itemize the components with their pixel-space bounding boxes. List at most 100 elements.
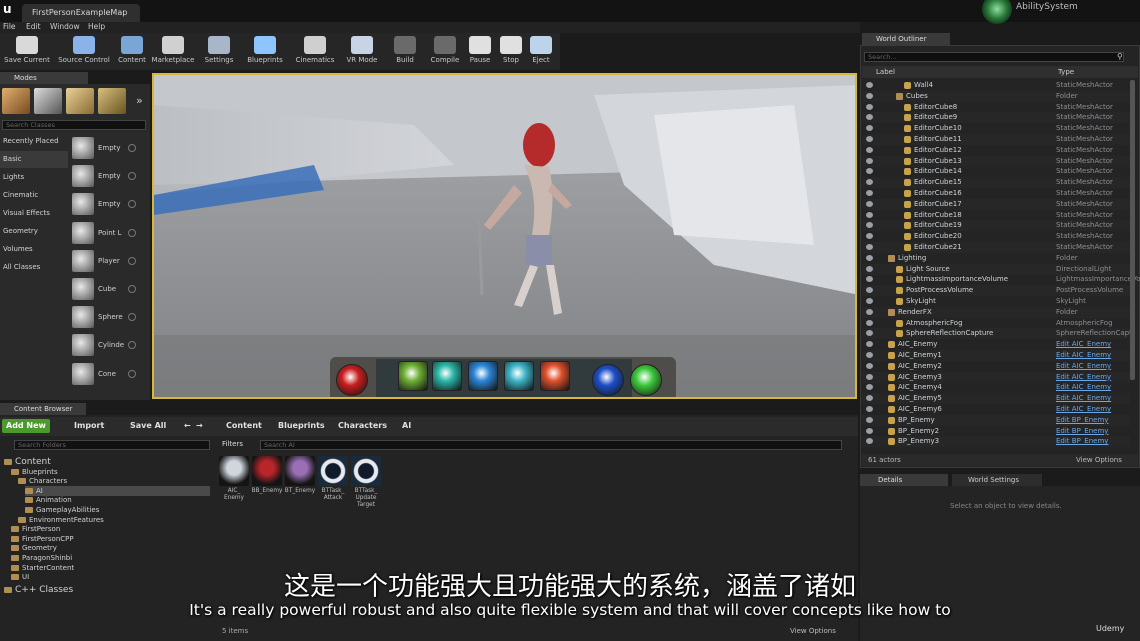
outliner-row[interactable]: PostProcessVolume PostProcessVolume xyxy=(862,285,1130,297)
outliner-row[interactable]: AIC_Enemy5 Edit AIC_Enemy xyxy=(862,393,1130,405)
visibility-eye-icon[interactable] xyxy=(866,190,873,196)
pause-button[interactable]: Pause xyxy=(464,33,496,69)
folder-tree-item[interactable]: Characters xyxy=(18,476,67,486)
asset-tile[interactable]: BTTask_ Attack xyxy=(317,456,349,510)
folder-tree-item[interactable]: Animation xyxy=(25,495,72,505)
visibility-eye-icon[interactable] xyxy=(866,373,873,380)
folder-tree-item[interactable]: FirstPerson xyxy=(11,524,60,534)
level-tab[interactable]: FirstPersonExampleMap xyxy=(22,4,140,22)
outliner-row[interactable]: EditorCube11 StaticMeshActor xyxy=(862,134,1130,145)
outliner-row[interactable]: Light Source DirectionalLight xyxy=(862,263,1130,275)
visibility-eye-icon[interactable] xyxy=(866,254,873,261)
visibility-eye-icon[interactable] xyxy=(866,157,873,164)
outliner-row[interactable]: AIC_Enemy6 Edit AIC_Enemy xyxy=(862,404,1130,415)
world-outliner-tab[interactable]: World Outliner xyxy=(862,33,950,45)
outliner-row[interactable]: AIC_Enemy2 Edit AIC_Enemy xyxy=(862,361,1130,372)
outliner-row[interactable]: AIC_Enemy3 Edit AIC_Enemy xyxy=(862,371,1130,383)
visibility-eye-icon[interactable] xyxy=(866,308,873,315)
category-lights[interactable]: Lights xyxy=(0,169,68,186)
folder-tree-item[interactable]: Geometry xyxy=(11,543,57,553)
content-browser-tab[interactable]: Content Browser xyxy=(0,403,86,415)
outliner-row[interactable]: SkyLight SkyLight xyxy=(862,296,1130,307)
folder-search-input[interactable]: Search Folders xyxy=(14,440,210,450)
placeable-item[interactable]: Empty xyxy=(70,163,140,189)
info-icon[interactable] xyxy=(128,313,136,322)
visibility-eye-icon[interactable] xyxy=(866,265,873,272)
visibility-eye-icon[interactable] xyxy=(866,395,873,402)
visibility-eye-icon[interactable] xyxy=(866,136,873,142)
more-modes-icon[interactable]: » xyxy=(136,94,143,107)
folder-tree-item[interactable]: Blueprints xyxy=(11,467,58,477)
outliner-row[interactable]: RenderFX Folder xyxy=(862,306,1130,318)
outliner-row[interactable]: BP_Enemy2 Edit BP_Enemy xyxy=(862,426,1130,437)
edit-blueprint-link[interactable]: Edit AIC_Enemy xyxy=(1056,361,1111,372)
breadcrumb-ai[interactable]: AI xyxy=(402,419,411,433)
edit-blueprint-link[interactable]: Edit BP_Enemy xyxy=(1056,436,1108,447)
visibility-eye-icon[interactable] xyxy=(866,362,873,369)
edit-blueprint-link[interactable]: Edit AIC_Enemy xyxy=(1056,382,1111,393)
visibility-eye-icon[interactable] xyxy=(866,211,873,218)
outliner-row[interactable]: Lighting Folder xyxy=(862,253,1130,264)
category-cinematic[interactable]: Cinematic xyxy=(0,187,68,204)
outliner-row[interactable]: AIC_Enemy Edit AIC_Enemy xyxy=(862,339,1130,350)
cinematics-button[interactable]: Cinematics xyxy=(290,33,340,69)
marketplace-button[interactable]: Marketplace xyxy=(148,33,198,69)
placeable-item[interactable]: Cube xyxy=(70,276,140,302)
paint-mode-icon[interactable] xyxy=(34,88,62,114)
details-tab[interactable]: Details xyxy=(860,474,948,486)
asset-tile[interactable]: BTTask_ Update Target xyxy=(350,456,382,510)
placeable-item[interactable]: Player xyxy=(70,248,140,274)
placeable-item[interactable]: Empty xyxy=(70,191,140,217)
visibility-eye-icon[interactable] xyxy=(866,92,873,99)
outliner-row[interactable]: AIC_Enemy1 Edit AIC_Enemy xyxy=(862,350,1130,361)
col-type-header[interactable]: Type xyxy=(1058,68,1074,76)
outliner-row[interactable]: EditorCube12 StaticMeshActor xyxy=(862,145,1130,156)
category-basic[interactable]: Basic xyxy=(0,151,68,168)
place-mode-icon[interactable] xyxy=(2,88,30,114)
category-all-classes[interactable]: All Classes xyxy=(0,259,68,276)
save-current-button[interactable]: Save Current xyxy=(2,33,52,69)
visibility-eye-icon[interactable] xyxy=(866,427,873,434)
visibility-eye-icon[interactable] xyxy=(866,276,873,283)
edit-blueprint-link[interactable]: Edit BP_Enemy xyxy=(1056,426,1108,437)
asset-search-input[interactable]: Search AI xyxy=(260,440,842,450)
outliner-view-options[interactable]: View Options xyxy=(1076,454,1122,466)
outliner-row[interactable]: EditorCube15 StaticMeshActor xyxy=(862,177,1130,189)
visibility-eye-icon[interactable] xyxy=(866,103,873,110)
edit-blueprint-link[interactable]: Edit BP_Enemy xyxy=(1056,415,1108,426)
placeable-item[interactable]: Cylinde xyxy=(70,332,140,358)
visibility-eye-icon[interactable] xyxy=(866,168,873,175)
category-volumes[interactable]: Volumes xyxy=(0,241,68,258)
edit-blueprint-link[interactable]: Edit AIC_Enemy xyxy=(1056,350,1111,361)
world-settings-tab[interactable]: World Settings xyxy=(952,474,1042,486)
outliner-row[interactable]: EditorCube13 StaticMeshActor xyxy=(862,155,1130,167)
folder-tree-item[interactable]: AI xyxy=(25,485,210,496)
info-icon[interactable] xyxy=(128,369,136,378)
asset-tile[interactable]: BB_Enemy xyxy=(251,456,283,510)
visibility-eye-icon[interactable] xyxy=(866,222,873,229)
build-button[interactable]: Build xyxy=(384,33,426,69)
visibility-eye-icon[interactable] xyxy=(866,406,873,412)
modes-tab[interactable]: Modes xyxy=(0,72,88,84)
outliner-row[interactable]: AtmosphericFog AtmosphericFog xyxy=(862,318,1130,329)
outliner-row[interactable]: EditorCube16 StaticMeshActor xyxy=(862,188,1130,199)
content-view-options[interactable]: View Options xyxy=(790,627,836,635)
edit-blueprint-link[interactable]: Edit AIC_Enemy xyxy=(1056,393,1111,404)
edit-blueprint-link[interactable]: Edit AIC_Enemy xyxy=(1056,404,1111,415)
visibility-eye-icon[interactable] xyxy=(866,125,873,132)
visibility-eye-icon[interactable] xyxy=(866,179,873,186)
menu-file[interactable]: File xyxy=(3,22,16,31)
outliner-row[interactable]: AIC_Enemy4 Edit AIC_Enemy xyxy=(862,382,1130,393)
folder-tree-item[interactable]: FirstPersonCPP xyxy=(11,534,74,544)
foliage-mode-icon[interactable] xyxy=(98,88,126,114)
category-geometry[interactable]: Geometry xyxy=(0,223,68,240)
visibility-eye-icon[interactable] xyxy=(866,341,873,348)
save-all-button[interactable]: Save All xyxy=(126,419,170,433)
outliner-row[interactable]: Cubes Folder xyxy=(862,90,1130,102)
menu-window[interactable]: Window xyxy=(50,22,80,31)
outliner-row[interactable]: EditorCube8 StaticMeshActor xyxy=(862,102,1130,113)
vr-mode-button[interactable]: VR Mode xyxy=(340,33,384,69)
placeable-item[interactable]: Point L xyxy=(70,220,140,246)
outliner-row[interactable]: EditorCube17 StaticMeshActor xyxy=(862,198,1130,210)
info-icon[interactable] xyxy=(128,341,136,350)
